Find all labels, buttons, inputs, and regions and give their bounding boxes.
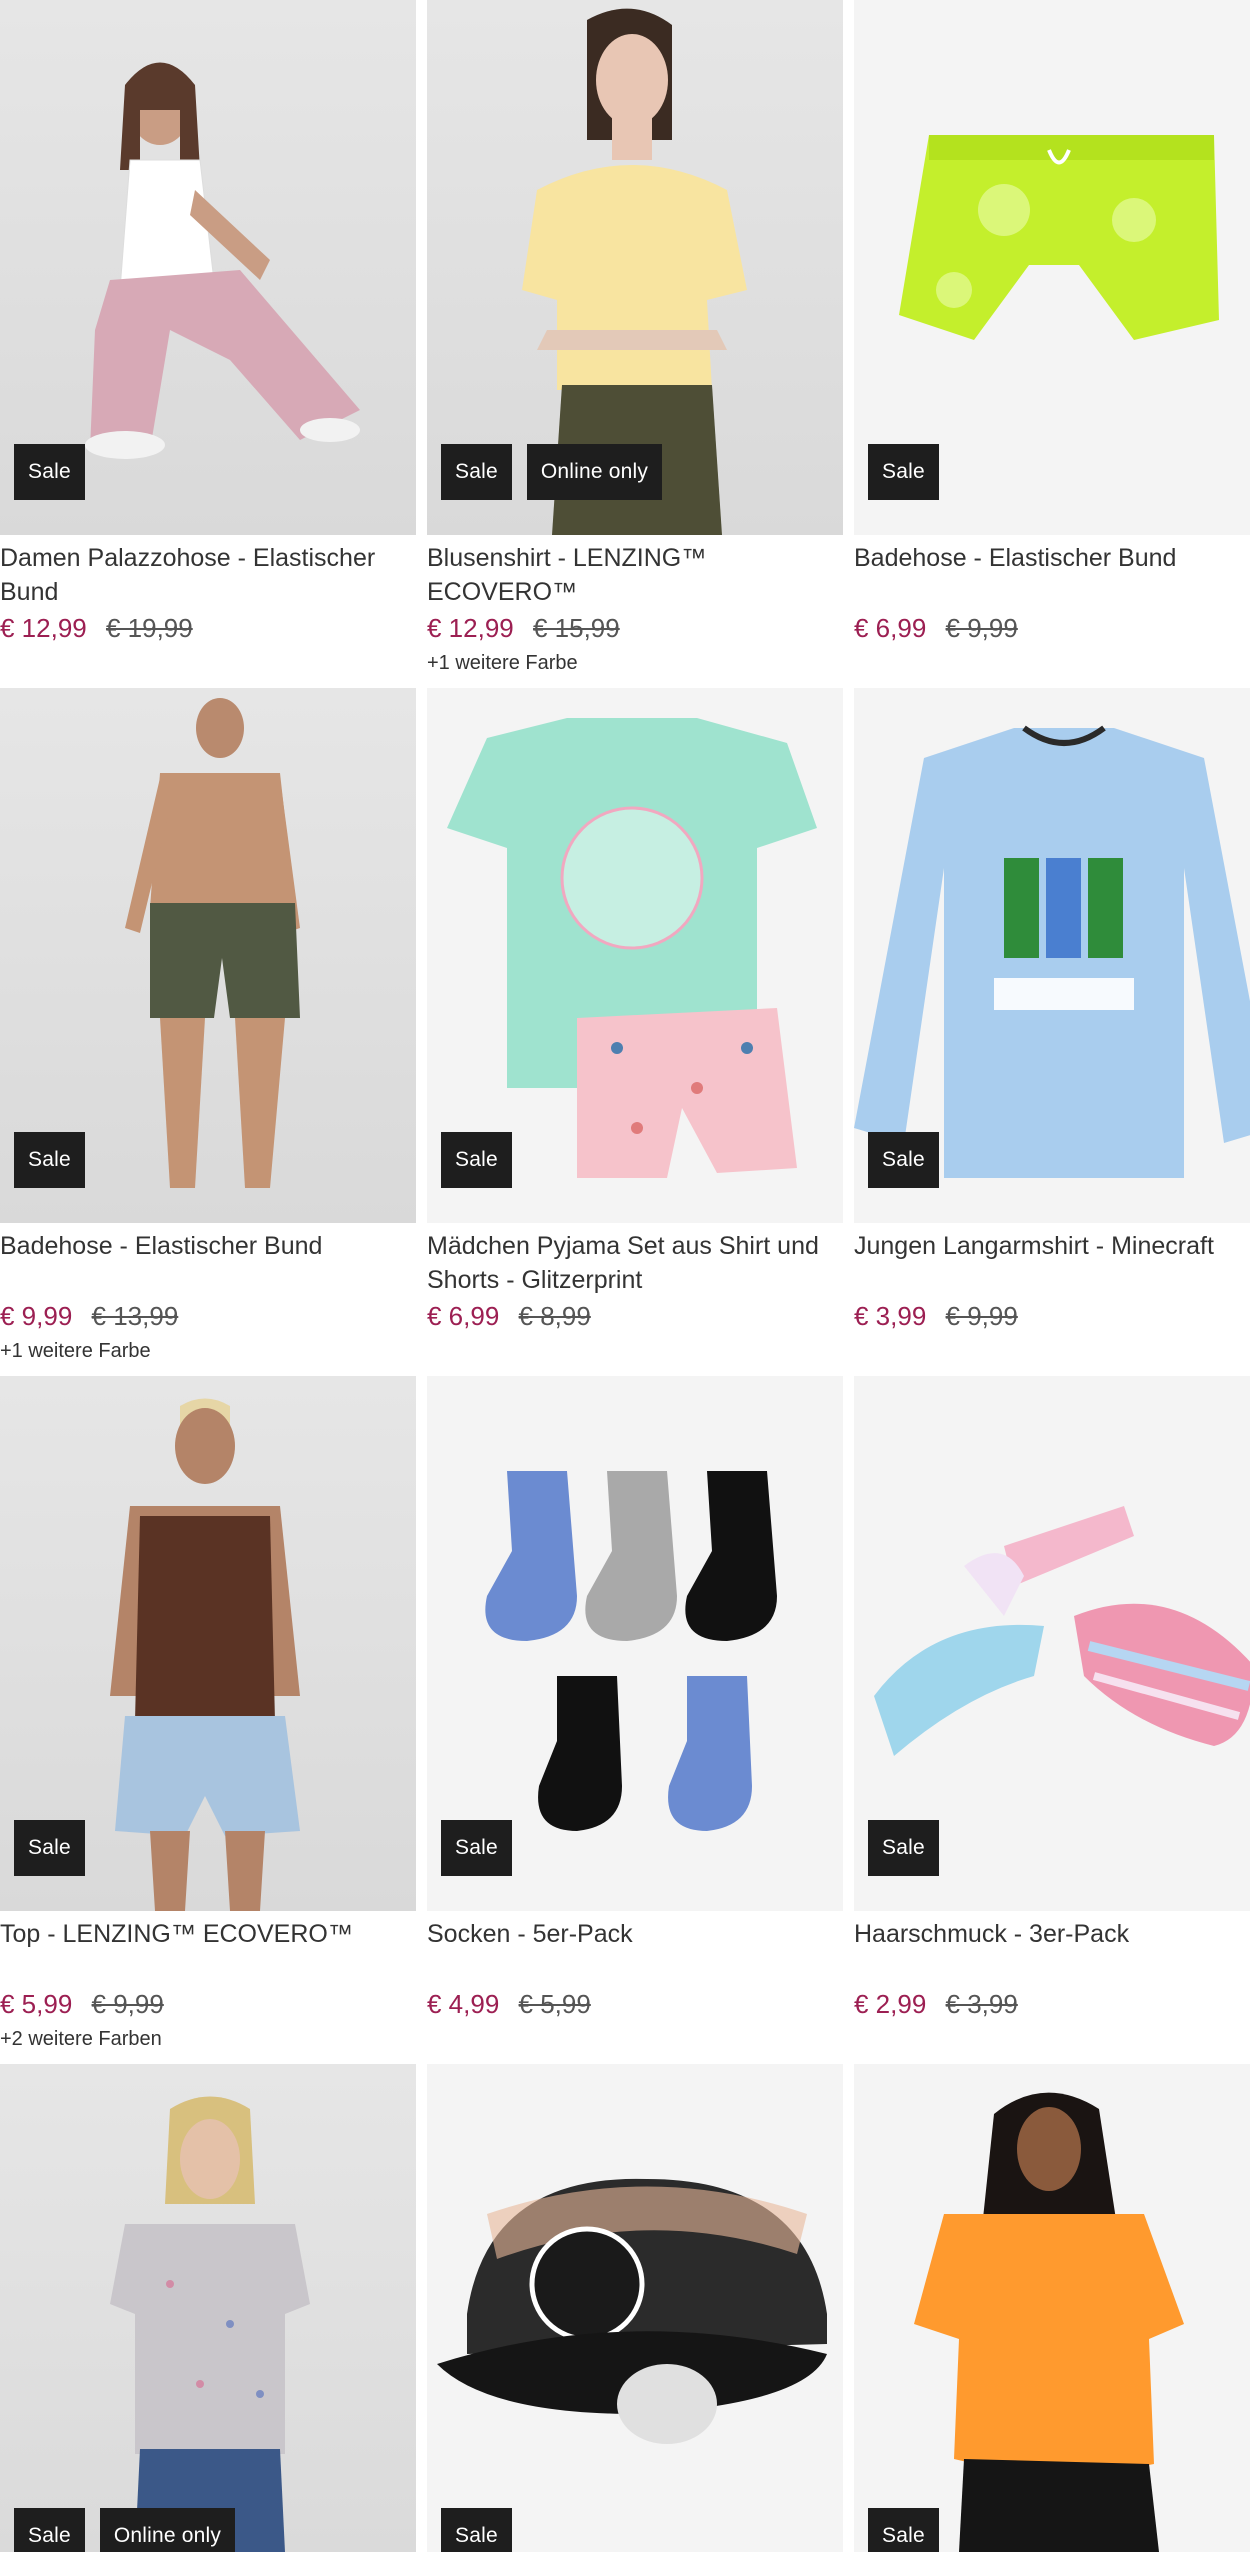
sale-badge: Sale	[441, 444, 512, 500]
sale-price: € 5,99	[0, 1989, 73, 2019]
original-price: € 8,99	[518, 1301, 591, 1331]
sale-badge: Sale	[441, 1820, 512, 1876]
badge-group: Sale	[441, 2508, 512, 2552]
original-price: € 19,99	[105, 613, 193, 643]
product-photo	[437, 2178, 827, 2444]
socks-5-pack-image[interactable]: Sale	[427, 1376, 843, 1911]
original-price: € 3,99	[945, 1989, 1018, 2019]
product-card[interactable]: Sale Top - LENZING™ ECOVERO™ € 5,99 € 9,…	[0, 1376, 416, 2064]
product-card[interactable]: Sale Badehose - Elastischer Bund € 9,99 …	[0, 688, 416, 1376]
original-price: € 9,99	[945, 613, 1018, 643]
price-row: € 9,99 € 13,99	[0, 1298, 416, 1334]
neon-swim-shorts-image[interactable]: Sale	[854, 0, 1250, 535]
woman-yellow-blouse-image[interactable]: Sale Online only	[427, 0, 843, 535]
original-price: € 5,99	[518, 1989, 591, 2019]
woman-orange-tshirt-image[interactable]: Sale	[854, 2064, 1250, 2552]
sale-badge: Sale	[14, 444, 85, 500]
product-card[interactable]: Sale Damen Palazzohose - Elastischer Bun…	[0, 0, 416, 688]
product-title[interactable]: Blusenshirt - LENZING™ ECOVERO™	[427, 541, 843, 609]
sale-badge: Sale	[868, 1132, 939, 1188]
price-row: € 12,99 € 19,99	[0, 610, 416, 646]
badge-group: Sale	[14, 444, 85, 500]
product-title[interactable]: Jungen Langarmshirt - Minecraft	[854, 1229, 1250, 1297]
original-price: € 13,99	[91, 1301, 179, 1331]
badge-group: Sale	[868, 444, 939, 500]
sale-badge: Sale	[868, 444, 939, 500]
sale-price: € 6,99	[854, 613, 927, 643]
product-photo	[110, 2096, 310, 2552]
badge-group: Sale	[868, 2508, 939, 2552]
product-title[interactable]: Badehose - Elastischer Bund	[0, 1229, 416, 1297]
man-olive-swim-shorts-image[interactable]: Sale	[0, 688, 416, 1223]
more-colors-link[interactable]: +1 weitere Farbe	[0, 1340, 416, 1363]
badge-group: Sale	[14, 1132, 85, 1188]
product-card[interactable]: Sale Mädchen Pyjama Set aus Shirt und Sh…	[427, 688, 843, 1376]
sale-price: € 3,99	[854, 1301, 927, 1331]
more-colors-link[interactable]: +1 weitere Farbe	[427, 652, 843, 675]
woman-brown-top-image[interactable]: Sale	[0, 1376, 416, 1911]
product-title[interactable]: Haarschmuck - 3er-Pack	[854, 1917, 1250, 1985]
price-row: € 6,99 € 8,99	[427, 1298, 843, 1334]
sale-badge: Sale	[441, 2508, 512, 2552]
price-row: € 3,99 € 9,99	[854, 1298, 1250, 1334]
badge-group: Sale	[14, 1820, 85, 1876]
product-grid: Sale Damen Palazzohose - Elastischer Bun…	[0, 0, 1250, 2552]
sale-badge: Sale	[14, 2508, 85, 2552]
original-price: € 9,99	[91, 1989, 164, 2019]
product-title[interactable]: Mädchen Pyjama Set aus Shirt und Shorts …	[427, 1229, 843, 1297]
badge-group: Sale	[868, 1820, 939, 1876]
product-title[interactable]: Socken - 5er-Pack	[427, 1917, 843, 1985]
badge-group: Sale Online only	[14, 2508, 236, 2552]
nyc-cap-image[interactable]: Sale	[427, 2064, 843, 2552]
sale-price: € 9,99	[0, 1301, 73, 1331]
product-card[interactable]: Sale Online only Blusenshirt - LENZING™ …	[427, 0, 843, 688]
online-only-badge: Online only	[99, 2508, 236, 2552]
more-colors-link[interactable]: +2 weitere Farben	[0, 2028, 416, 2051]
original-price: € 9,99	[945, 1301, 1018, 1331]
badge-group: Sale	[441, 1820, 512, 1876]
price-row: € 4,99 € 5,99	[427, 1986, 843, 2022]
sale-badge: Sale	[441, 1132, 512, 1188]
product-card[interactable]: Sale Socken - 5er-Pack € 4,99 € 5,99	[427, 1376, 843, 2064]
hair-accessories-image[interactable]: Sale	[854, 1376, 1250, 1911]
sale-price: € 6,99	[427, 1301, 500, 1331]
sale-price: € 4,99	[427, 1989, 500, 2019]
product-photo	[914, 2092, 1184, 2552]
sale-price: € 12,99	[0, 613, 87, 643]
woman-pink-palazzo-pants-image[interactable]: Sale	[0, 0, 416, 535]
original-price: € 15,99	[532, 613, 620, 643]
product-card[interactable]: Sale Haarschmuck - 3er-Pack € 2,99 € 3,9…	[854, 1376, 1250, 2064]
product-card[interactable]: Sale Online only	[0, 2064, 416, 2552]
woman-floral-tshirt-image[interactable]: Sale Online only	[0, 2064, 416, 2552]
product-title[interactable]: Damen Palazzohose - Elastischer Bund	[0, 541, 416, 609]
sale-badge: Sale	[868, 1820, 939, 1876]
product-card[interactable]: Sale	[854, 2064, 1250, 2552]
girls-pyjama-set-image[interactable]: Sale	[427, 688, 843, 1223]
sale-badge: Sale	[14, 1820, 85, 1876]
badge-group: Sale	[441, 1132, 512, 1188]
sale-badge: Sale	[868, 2508, 939, 2552]
price-row: € 6,99 € 9,99	[854, 610, 1250, 646]
price-row: € 2,99 € 3,99	[854, 1986, 1250, 2022]
price-row: € 12,99 € 15,99	[427, 610, 843, 646]
badge-group: Sale Online only	[441, 444, 663, 500]
sale-price: € 2,99	[854, 1989, 927, 2019]
badge-group: Sale	[868, 1132, 939, 1188]
boys-minecraft-longsleeve-image[interactable]: Sale	[854, 688, 1250, 1223]
product-card[interactable]: Sale Jungen Langarmshirt - Minecraft € 3…	[854, 688, 1250, 1376]
product-title[interactable]: Top - LENZING™ ECOVERO™	[0, 1917, 416, 1985]
sale-badge: Sale	[14, 1132, 85, 1188]
price-row: € 5,99 € 9,99	[0, 1986, 416, 2022]
online-only-badge: Online only	[526, 444, 663, 500]
product-title[interactable]: Badehose - Elastischer Bund	[854, 541, 1250, 609]
sale-price: € 12,99	[427, 613, 514, 643]
product-card[interactable]: Sale	[427, 2064, 843, 2552]
product-card[interactable]: Sale Badehose - Elastischer Bund € 6,99 …	[854, 0, 1250, 688]
